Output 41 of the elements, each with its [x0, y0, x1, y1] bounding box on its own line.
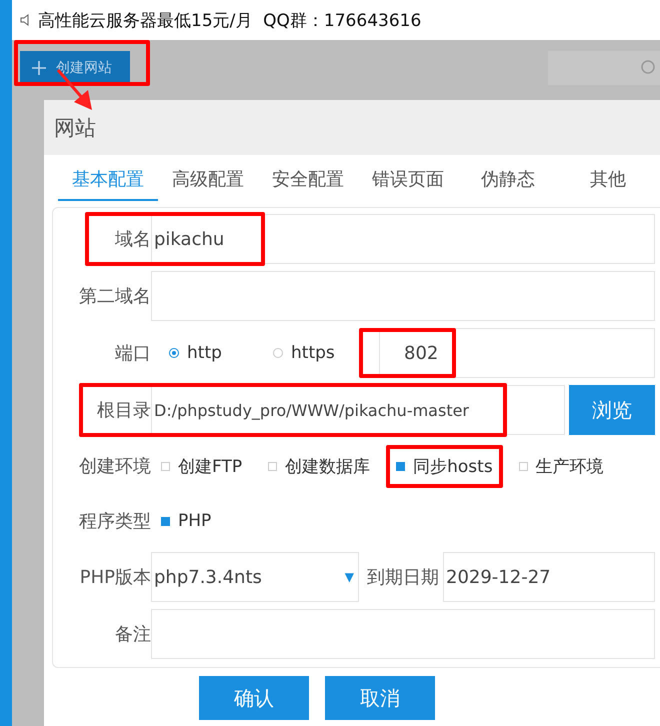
tab[interactable]: 其他 [558, 159, 658, 201]
checkbox-option[interactable]: 创建FTP [151, 444, 252, 488]
plus-icon [32, 61, 46, 75]
field-label: 程序类型 [78, 510, 151, 533]
notice-text: 高性能云服务器最低15元/月 QQ群：176643616 [38, 10, 422, 32]
field-label: 创建环境 [78, 455, 151, 478]
path-field[interactable]: D:/phpstudy_pro/WWW/pikachu-master [151, 385, 565, 435]
checkbox-label: 创建数据库 [285, 456, 370, 478]
tab[interactable]: 安全配置 [258, 159, 358, 201]
checkbox-option[interactable]: 同步hosts [386, 444, 503, 488]
radio-label: http [187, 343, 222, 363]
checkbox-label: 同步hosts [413, 456, 493, 478]
field-label: 域名 [114, 228, 151, 251]
checkbox-option[interactable]: 生产环境 [508, 444, 614, 488]
search-icon [640, 60, 656, 76]
text-field[interactable]: pikachu [151, 214, 655, 264]
tab[interactable]: 错误页面 [358, 159, 458, 201]
field-label: 第二域名 [78, 285, 151, 308]
tab[interactable]: 伪静态 [458, 159, 558, 201]
version-select[interactable]: php7.3.4nts ▼ [151, 552, 359, 602]
radio-label: https [291, 343, 335, 363]
date-field[interactable]: 2029-12-27 [443, 552, 655, 602]
tab[interactable]: 高级配置 [158, 159, 258, 201]
field-label: PHP版本 [78, 566, 151, 589]
field-label: 备注 [114, 623, 151, 646]
port-field[interactable]: 802 [379, 328, 655, 378]
radio-option[interactable]: http [151, 343, 255, 363]
text-field[interactable] [151, 609, 655, 659]
checkbox-label: 生产环境 [536, 456, 604, 478]
checkbox-label: 创建FTP [178, 456, 242, 478]
checkbox-label: PHP [178, 511, 212, 531]
radio-option[interactable]: https [255, 343, 359, 363]
field-label: 根目录 [96, 399, 151, 422]
checkbox-option[interactable]: 创建数据库 [258, 444, 380, 488]
search-field[interactable] [548, 51, 660, 85]
dropdown-caret-icon: ▼ [344, 570, 354, 584]
checkbox-option[interactable]: PHP [151, 501, 222, 541]
field-label: 端口 [114, 342, 151, 365]
text-field[interactable] [151, 271, 655, 321]
dialog-title: 网站 [54, 114, 96, 142]
field-label: 到期日期 [366, 566, 440, 589]
